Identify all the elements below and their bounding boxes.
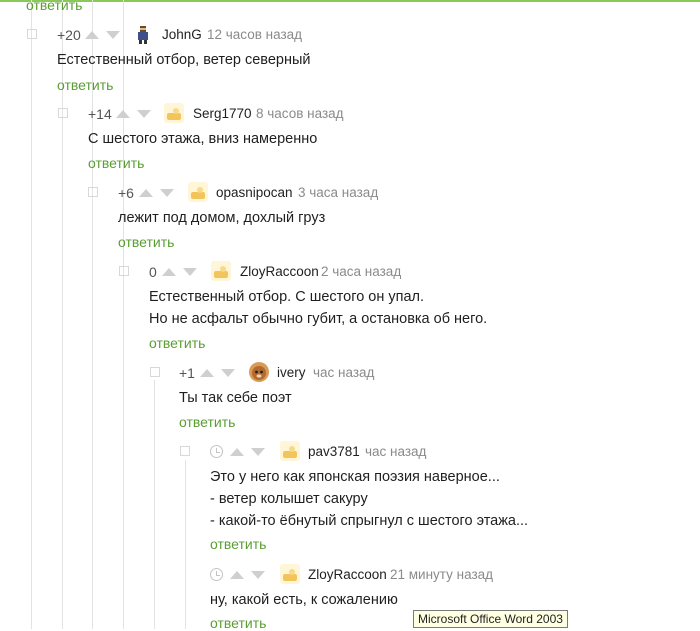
comment-text: Естественный отбор, ветер северный (57, 52, 311, 68)
comment-text: Это у него как японская поэзия наверное.… (210, 469, 500, 485)
comment-text: Ты так себе поэт (179, 390, 292, 406)
comment-rating: +6 (118, 185, 134, 201)
comment-time[interactable]: 12 часов назад (207, 27, 302, 42)
collapse-toggle[interactable] (88, 187, 98, 197)
avatar[interactable] (280, 564, 300, 584)
comment-text: Естественный отбор. С шестого он упал. (149, 289, 425, 305)
reply-link[interactable]: ответить (210, 536, 266, 552)
avatar-image (138, 26, 148, 44)
default-avatar-icon (211, 261, 231, 281)
comment-text: - какой-то ёбнутый спрыгнул с шестого эт… (210, 513, 529, 529)
comment-time[interactable]: 2 часа назад (321, 264, 401, 279)
reply-link[interactable]: ответить (179, 414, 235, 430)
downvote-icon[interactable] (106, 31, 120, 39)
comment-rating: +14 (88, 106, 112, 122)
default-avatar-icon (188, 182, 208, 202)
comment-time[interactable]: час назад (313, 365, 374, 380)
comment-author[interactable]: opasnipocan (216, 185, 293, 200)
comment-author[interactable]: ZloyRaccoon (240, 264, 319, 279)
thread-line (62, 0, 63, 629)
collapse-toggle[interactable] (180, 446, 190, 456)
thread-line (92, 0, 93, 629)
comment-text: лежит под домом, дохлый груз (118, 210, 326, 226)
comment-rating: 0 (149, 264, 157, 280)
comment-author[interactable]: pav3781 (308, 444, 360, 459)
reply-link[interactable]: ответить (149, 335, 205, 351)
upvote-icon[interactable] (116, 110, 130, 118)
comment-text: - ветер колышет сакуру (210, 491, 368, 507)
avatar[interactable] (133, 24, 153, 44)
comment-rating: +20 (57, 27, 81, 43)
comment-time[interactable]: час назад (365, 444, 426, 459)
comment-time[interactable]: 3 часа назад (298, 185, 378, 200)
avatar-image (249, 362, 269, 382)
downvote-icon[interactable] (251, 448, 265, 456)
reply-link[interactable]: ответить (57, 77, 113, 93)
clock-icon (210, 445, 223, 458)
top-border (0, 0, 700, 2)
reply-link[interactable]: ответить (88, 155, 144, 171)
downvote-icon[interactable] (137, 110, 151, 118)
default-avatar-icon (164, 103, 184, 123)
comment-text: Но не асфальт обычно губит, а остановка … (149, 311, 488, 327)
upvote-icon[interactable] (162, 268, 176, 276)
comment-rating: +1 (179, 365, 195, 381)
comment-text: ну, какой есть, к сожалению (210, 592, 398, 608)
default-avatar-icon (280, 564, 300, 584)
comment-author[interactable]: ivery (277, 365, 306, 380)
clock-icon (210, 568, 223, 581)
downvote-icon[interactable] (183, 268, 197, 276)
upvote-icon[interactable] (85, 31, 99, 39)
comment-text: С шестого этажа, вниз намеренно (88, 131, 318, 147)
collapse-toggle[interactable] (58, 108, 68, 118)
upvote-icon[interactable] (200, 369, 214, 377)
avatar[interactable] (280, 441, 300, 461)
collapse-toggle[interactable] (119, 266, 129, 276)
downvote-icon[interactable] (251, 571, 265, 579)
avatar[interactable] (249, 362, 269, 382)
avatar[interactable] (188, 182, 208, 202)
upvote-icon[interactable] (230, 571, 244, 579)
thread-line (31, 0, 32, 629)
upvote-icon[interactable] (139, 189, 153, 197)
avatar[interactable] (211, 261, 231, 281)
reply-link[interactable]: ответить (118, 234, 174, 250)
comment-author[interactable]: JohnG (162, 27, 202, 42)
thread-line (123, 0, 124, 629)
downvote-icon[interactable] (221, 369, 235, 377)
comment-author[interactable]: ZloyRaccoon (308, 567, 387, 582)
upvote-icon[interactable] (230, 448, 244, 456)
avatar[interactable] (164, 103, 184, 123)
reply-link[interactable]: ответить (26, 0, 82, 13)
comment-time[interactable]: 8 часов назад (256, 106, 344, 121)
thread-line (154, 380, 155, 629)
collapse-toggle[interactable] (150, 367, 160, 377)
default-avatar-icon (280, 441, 300, 461)
comment-author[interactable]: Serg1770 (193, 106, 252, 121)
downvote-icon[interactable] (160, 189, 174, 197)
tooltip: Microsoft Office Word 2003 (413, 610, 568, 628)
thread-line (185, 460, 186, 629)
collapse-toggle[interactable] (27, 29, 37, 39)
comment-time[interactable]: 21 минуту назад (390, 567, 493, 582)
